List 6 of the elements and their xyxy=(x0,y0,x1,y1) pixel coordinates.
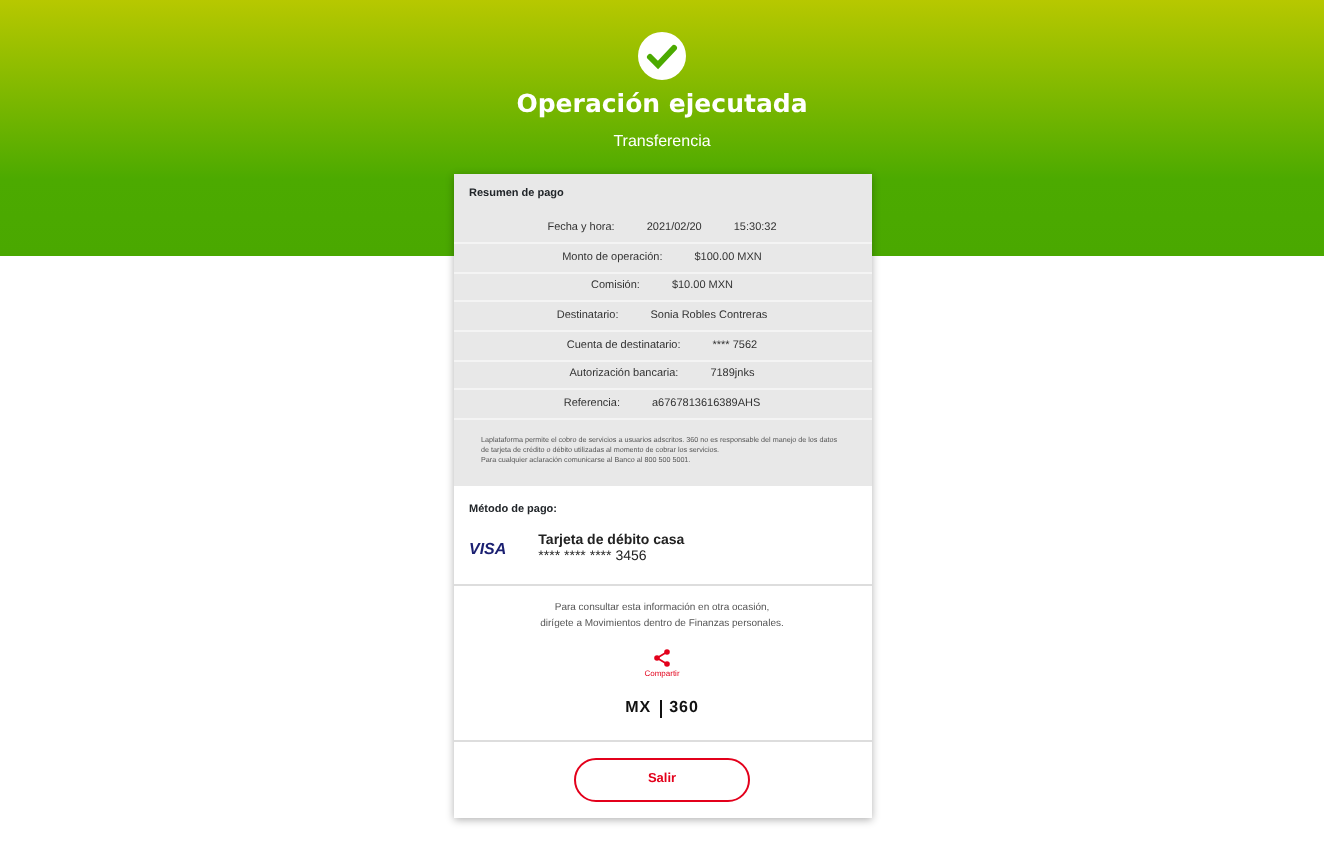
check-icon xyxy=(638,32,686,80)
status-title: Operación ejecutada xyxy=(516,92,808,117)
card-brand-logo: VISA xyxy=(469,537,507,562)
brand-logo: MX 360 xyxy=(625,696,699,721)
status-subtitle: Transferencia xyxy=(613,129,711,153)
share-icon xyxy=(652,648,672,669)
